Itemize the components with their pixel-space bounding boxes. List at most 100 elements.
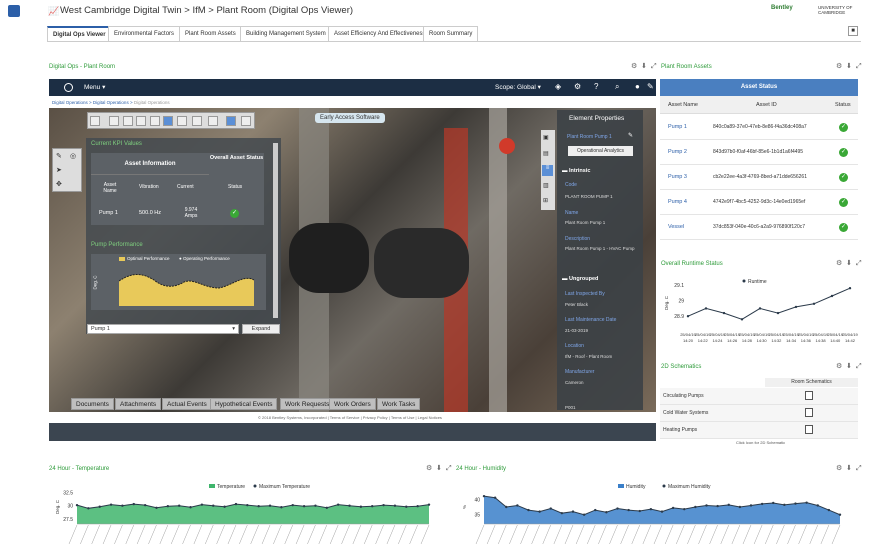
settings-icon[interactable]: ⚙ — [836, 260, 842, 268]
settings-icon[interactable]: ⚙ — [836, 363, 842, 371]
search-icon[interactable]: ⌕ — [615, 82, 619, 92]
x-tick-label: 14:40 — [830, 338, 841, 343]
target-icon[interactable]: ◎ — [70, 152, 76, 160]
tool-pages-icon[interactable] — [241, 116, 251, 126]
table-row[interactable]: Pump 1 840c0a89-37e0-47eb-8e86-f4a36dc408… — [660, 115, 858, 140]
scope-select[interactable]: Scope: Global ▾ — [495, 83, 541, 91]
x-tick-label — [102, 524, 112, 545]
tab-asset-efficiency[interactable]: Asset Efficiency And Effectiveness — [328, 26, 432, 41]
pan-icon[interactable]: ✥ — [56, 180, 62, 188]
scope-label: Scope: Global — [495, 84, 536, 91]
tool-section-icon[interactable] — [192, 116, 202, 126]
y-tick-label: 30 — [67, 504, 73, 510]
asset-name[interactable]: Pump 2 — [668, 149, 687, 155]
asset-name[interactable]: Pump 4 — [668, 199, 687, 205]
asset-name[interactable]: Pump 3 — [668, 174, 687, 180]
ungrouped-section[interactable]: ▬ Ungrouped — [562, 276, 598, 282]
tab-room-summary[interactable]: Room Summary — [423, 26, 479, 41]
tab-work-orders[interactable]: Work Orders — [329, 398, 376, 410]
tool-select-icon[interactable] — [109, 116, 119, 126]
list-icon[interactable]: ≡ — [542, 165, 553, 176]
user-icon[interactable]: ● — [635, 82, 640, 91]
gear-icon[interactable]: ⚙ — [574, 82, 581, 91]
x-tick-label — [498, 524, 507, 545]
data-point — [177, 504, 181, 507]
pencil-icon[interactable]: ✎ — [56, 152, 62, 160]
viewer-scene[interactable]: Early Access Software ✎ ◎ ➤ ✥ Current KP… — [49, 108, 656, 412]
x-tick-label: 14:34 — [786, 338, 797, 343]
cat-icon[interactable]: ◈ — [555, 82, 561, 91]
breadcrumb-item[interactable]: Digital Operations — [52, 100, 88, 105]
tab-work-requests[interactable]: Work Requests — [280, 398, 335, 410]
cube-icon[interactable]: ▣ — [543, 134, 549, 141]
tab-hypothetical-events[interactable]: Hypothetical Events — [210, 398, 278, 410]
tab-attachments[interactable]: Attachments — [115, 398, 162, 410]
schematic-icon[interactable] — [805, 408, 813, 417]
lock-button[interactable]: ■ — [848, 26, 858, 36]
data-point — [594, 508, 597, 512]
operational-analytics-button[interactable]: Operational Analytics — [568, 146, 633, 156]
x-tick-label — [136, 524, 146, 545]
tool-measure-icon[interactable] — [208, 116, 218, 126]
intrinsic-section[interactable]: ▬ Intrinsic — [562, 168, 590, 174]
tab-plant-room-assets[interactable]: Plant Room Assets — [179, 26, 242, 41]
wrench-icon[interactable]: ✎ — [647, 82, 654, 91]
schematic-icon[interactable] — [805, 425, 813, 434]
asset-name[interactable]: Pump 1 — [668, 124, 687, 130]
menu-button[interactable]: Menu ▾ — [84, 83, 105, 91]
expand-icon[interactable]: ⤢ — [651, 63, 657, 71]
tool-settings-icon[interactable] — [90, 116, 100, 126]
expand-button[interactable]: Expand — [242, 324, 280, 334]
data-point — [805, 501, 808, 504]
settings-icon[interactable]: ⚙ — [426, 465, 432, 473]
expand-icon[interactable]: ⤢ — [446, 465, 452, 473]
data-point — [482, 494, 486, 498]
expand-icon[interactable]: ⤢ — [856, 465, 862, 473]
pump-select[interactable]: Pump 1 ▾ — [87, 324, 239, 334]
tab-actual-events[interactable]: Actual Events — [162, 398, 212, 410]
tool-rotate-icon[interactable] — [150, 116, 160, 126]
expand-icon[interactable]: ⤢ — [856, 63, 862, 71]
tool-copy-icon[interactable] — [226, 116, 236, 126]
tool-person-icon[interactable] — [177, 116, 187, 126]
tab-building-management-system[interactable]: Building Management System — [240, 26, 332, 41]
table-row[interactable]: Pump 4 4742e9f7-4bc5-4252-9d3c-14e0ed1965… — [660, 190, 858, 215]
download-icon[interactable]: ⬇ — [846, 63, 852, 71]
pump-select-value: Pump 1 — [91, 326, 110, 332]
table-row[interactable]: Pump 2 843d97b0-f0af-46bf-85e6-1b1d1a6f44… — [660, 140, 858, 165]
tree-icon[interactable]: ⊞ — [543, 197, 548, 204]
edit-icon[interactable]: ✎ — [628, 132, 633, 139]
breadcrumb-item[interactable]: Digital Operations — [93, 100, 129, 105]
help-icon[interactable]: ? — [594, 82, 598, 91]
bentley-mark-icon — [64, 83, 73, 92]
download-icon[interactable]: ⬇ — [846, 465, 852, 473]
table-row[interactable]: Pump 3 cb2e22ee-4a3f-4769-8bed-a71dde6562… — [660, 165, 858, 190]
settings-icon[interactable]: ⚙ — [836, 63, 842, 71]
tab-work-tasks[interactable]: Work Tasks — [377, 398, 421, 410]
tool-zoom-icon[interactable] — [123, 116, 133, 126]
asset-name[interactable]: Vessel — [668, 224, 684, 230]
download-icon[interactable]: ⬇ — [846, 260, 852, 268]
tab-environmental-factors[interactable]: Environmental Factors — [108, 26, 181, 41]
data-point — [727, 503, 730, 507]
download-icon[interactable]: ⬇ — [641, 63, 647, 71]
expand-icon[interactable]: ⤢ — [856, 260, 862, 268]
settings-icon[interactable]: ⚙ — [836, 465, 842, 473]
settings-icon[interactable]: ⚙ — [631, 63, 637, 71]
data-point — [314, 504, 317, 507]
tab-documents[interactable]: Documents — [71, 398, 114, 410]
cube-icon[interactable]: ▥ — [543, 182, 549, 189]
expand-icon[interactable]: ⤢ — [856, 363, 862, 371]
layers-icon[interactable]: ▤ — [543, 150, 549, 157]
tab-digital-ops-viewer[interactable]: Digital Ops Viewer — [47, 26, 112, 41]
download-icon[interactable]: ⬇ — [846, 363, 852, 371]
app-icon[interactable] — [8, 5, 20, 17]
tool-fit-icon[interactable] — [136, 116, 146, 126]
kpi-scrollbar[interactable] — [273, 143, 278, 318]
data-point — [671, 506, 675, 510]
table-row[interactable]: Vessel 37dc853f-040e-40c6-a2a9-976890f120… — [660, 215, 858, 240]
schematic-icon[interactable] — [805, 391, 813, 400]
download-icon[interactable]: ⬇ — [436, 465, 442, 473]
tool-walk-icon[interactable] — [163, 116, 173, 126]
pointer-icon[interactable]: ➤ — [56, 166, 62, 174]
